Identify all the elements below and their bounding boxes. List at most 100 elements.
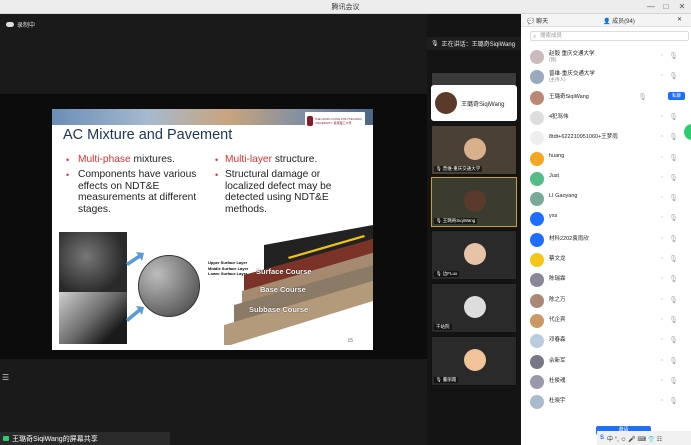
member-name: yxs	[549, 213, 558, 220]
camera-off-icon: ▫	[660, 214, 663, 222]
camera-off-icon: ▫	[660, 315, 663, 323]
surface-layer-labels: Upper Surface Layer Middle Surface Layer…	[208, 260, 249, 276]
avatar	[530, 334, 544, 349]
close-button[interactable]: ✕	[676, 1, 688, 13]
video-tile[interactable]: 🎙 董丽霞	[431, 336, 517, 386]
ime-logo-icon: S	[600, 435, 605, 441]
avatar	[530, 70, 544, 85]
speaker-card[interactable]: 王璐奇SiqiWang	[431, 85, 517, 121]
shared-slide: THE HONG KONG POLYTECHNIC UNIVERSITY 香港理…	[52, 109, 373, 350]
mic-muted-icon: 🎙	[669, 53, 678, 60]
slide-title: AC Mixture and Pavement	[63, 127, 233, 143]
member-row[interactable]: 陈瑞霖 ▫ 🎙	[521, 270, 691, 290]
camera-off-icon: ▫	[660, 194, 663, 202]
member-name: 邓春森	[549, 337, 566, 344]
screen-share-bar[interactable]: 王璐奇SiqiWang的屏幕共享	[0, 432, 170, 445]
video-tile[interactable]	[431, 72, 517, 86]
maximize-button[interactable]: □	[660, 1, 672, 13]
avatar	[464, 349, 486, 371]
member-row[interactable]: Just ▫ 🎙	[521, 169, 691, 189]
bullet-icon: •	[66, 170, 70, 180]
close-panel-icon[interactable]: ✕	[677, 16, 682, 23]
video-tile-label: 🎙 董丽霞	[434, 377, 459, 383]
member-name: LI Gaoyang	[549, 193, 578, 200]
avatar	[530, 131, 544, 146]
member-row[interactable]: huang ▫ 🎙	[521, 149, 691, 169]
member-row[interactable]: 陈之万 ▫ 🎙	[521, 291, 691, 311]
member-row[interactable]: 王璐奇SiqiWang 私聊 🎙	[521, 88, 691, 108]
video-tile[interactable]: 🎙 曾维-重庆交通大学	[431, 125, 517, 175]
member-name: 8tdt+622210951060+王梦雨	[549, 134, 618, 141]
speaker-name: 王璐奇SiqiWang	[461, 101, 505, 108]
camera-off-icon: ▫	[660, 153, 663, 161]
avatar	[530, 293, 544, 308]
recording-indicator[interactable]: 录制中	[6, 20, 35, 29]
screen-share-icon	[3, 436, 9, 441]
tab-members[interactable]: 👤 成员(94)	[603, 16, 635, 25]
member-name: 陈之万	[549, 296, 566, 303]
avatar	[530, 395, 544, 410]
member-row[interactable]: 蔡文龙 ▫ 🎙	[521, 250, 691, 270]
camera-off-icon: ▫	[660, 376, 663, 384]
camera-off-icon: ▫	[660, 52, 663, 59]
member-row[interactable]: 佘新军 ▫ 🎙	[521, 352, 691, 372]
avatar	[530, 212, 544, 227]
member-row[interactable]: 杜晓宇 ▫ 🎙	[521, 392, 691, 412]
member-row[interactable]: 赵毅 重庆交通大学 (我) ▫ 🎙	[521, 47, 691, 67]
member-role: (主持人)	[549, 77, 566, 83]
avatar	[530, 232, 544, 247]
video-tile[interactable]: 千站院	[431, 283, 517, 333]
member-name: 材科2202袁雨欣	[549, 235, 589, 242]
member-row[interactable]: 8tdt+622210951060+王梦雨 ▫ 🎙	[521, 128, 691, 148]
list-icon[interactable]: ☰	[2, 373, 9, 382]
camera-off-icon: ▫	[660, 356, 663, 364]
member-name: 王璐奇SiqiWang	[549, 93, 589, 100]
input-method-bar[interactable]: S 中 °, ☺ 🎤 ⌨ 👕 ☷	[597, 431, 691, 445]
avatar	[464, 243, 486, 265]
camera-off-icon: ▫	[660, 255, 663, 262]
mic-muted-icon: 🎙	[669, 276, 678, 284]
member-search-input[interactable]: ⌕ 搜索成员	[530, 31, 689, 41]
camera-off-icon: ▫	[660, 275, 663, 283]
logo-text: THE HONG KONG POLYTECHNIC UNIVERSITY 香港理…	[314, 117, 363, 125]
camera-off-icon: ▫	[660, 336, 663, 344]
bullet-icon: •	[215, 170, 219, 180]
mic-muted-icon: 🎙	[669, 377, 678, 385]
cloud-icon	[6, 22, 14, 27]
member-row[interactable]: 杜俊魂 ▫ 🎙	[521, 372, 691, 392]
title-bar: 腾讯会议 — □ ✕	[0, 0, 691, 14]
member-row[interactable]: 曾维-重庆交通大学 (主持人) ▫ 🎙	[521, 67, 691, 87]
member-row[interactable]: LI Gaoyang ▫ 🎙	[521, 189, 691, 209]
camera-off-icon: ▫	[660, 133, 663, 141]
tab-chat[interactable]: 💬 聊天	[527, 16, 548, 25]
recording-label: 录制中	[17, 23, 36, 29]
mic-muted-icon: 🎙	[669, 174, 678, 182]
meeting-window: 腾讯会议 — □ ✕ 录制中 THE HONG KONG POLYTECHNIC…	[0, 0, 691, 445]
mic-muted-icon: 🎙	[669, 134, 678, 142]
member-row[interactable]: 材科2202袁雨欣 ▫ 🎙	[521, 230, 691, 250]
bullet-icon: •	[66, 155, 70, 165]
mic-muted-icon: 🎙	[669, 296, 678, 304]
mic-icon: 🎙	[436, 166, 442, 171]
mic-muted-icon: 🎙	[669, 73, 678, 81]
member-row[interactable]: 邓春森 ▫ 🎙	[521, 331, 691, 351]
avatar	[530, 90, 544, 105]
screen-share-label: 王璐奇SiqiWang的屏幕共享	[12, 435, 98, 443]
avatar	[435, 92, 457, 114]
minimize-button[interactable]: —	[645, 1, 657, 13]
left-bullet-1: Multi-phase mixtures.	[78, 154, 175, 165]
base-course-label: Base Course	[260, 285, 306, 294]
video-tile-label: 🎙 曾维-重庆交通大学	[434, 166, 483, 172]
avatar	[530, 110, 544, 125]
member-row[interactable]: 4犯骂伟 ▫ 🎙	[521, 108, 691, 128]
member-name: 陈瑞霖	[549, 276, 566, 283]
slide-number: 15	[347, 338, 353, 344]
member-row[interactable]: yxs ▫ 🎙	[521, 209, 691, 229]
video-tile[interactable]: 🎙 王璐奇SiqiWang	[431, 177, 517, 227]
private-chat-button[interactable]: 私聊	[668, 91, 685, 100]
speaking-indicator: 🎙 正在讲话：王璐奇SiqiWang	[427, 37, 521, 50]
logo-mark-icon	[307, 116, 313, 126]
member-row[interactable]: 代企宾 ▫ 🎙	[521, 311, 691, 331]
video-tile[interactable]: 🎙 边FLux	[431, 230, 517, 280]
member-name: 杜晓宇	[549, 398, 566, 405]
